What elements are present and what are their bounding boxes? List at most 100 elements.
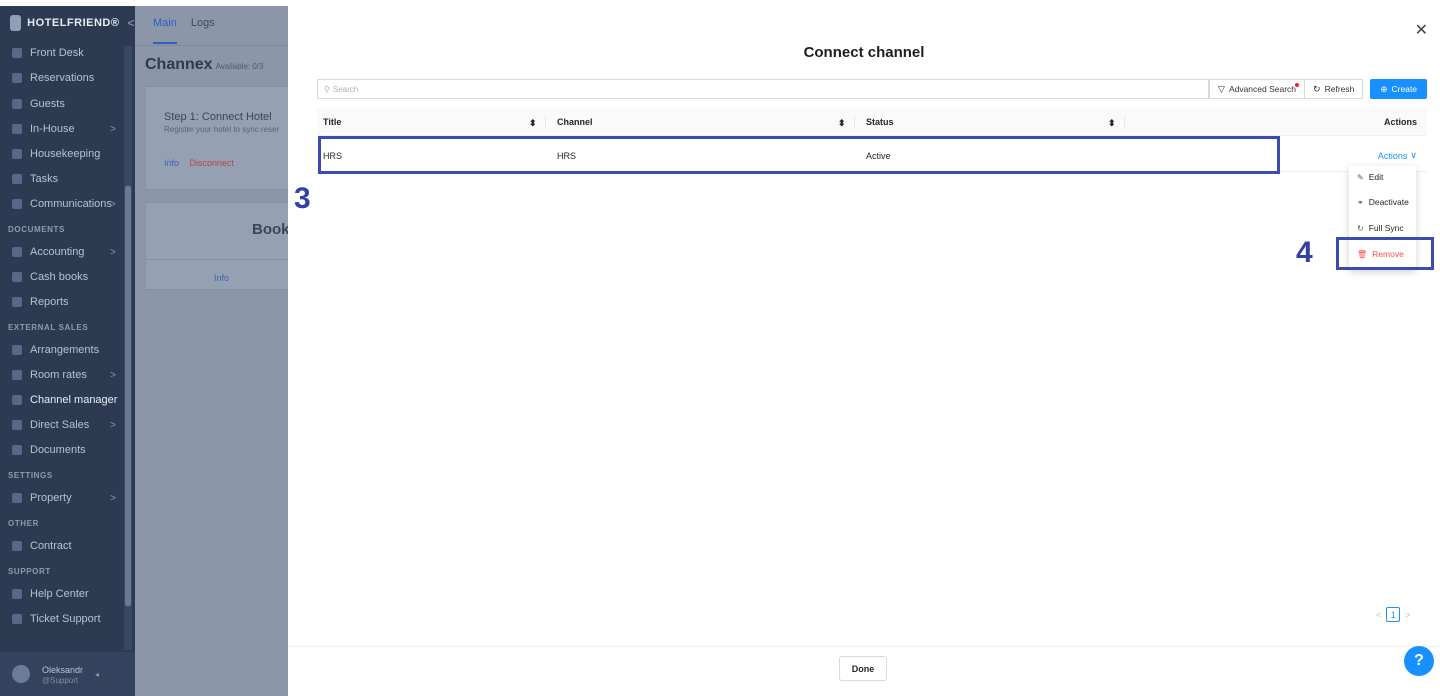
arrangements-icon <box>12 345 22 355</box>
sort-icon[interactable]: ⬍ <box>838 118 846 129</box>
annotation-box-3 <box>318 136 1280 174</box>
sidebar-item-arrangements[interactable]: Arrangements <box>0 338 124 362</box>
brand-name: HOTELFRIEND <box>27 17 111 29</box>
user-role: @Support <box>42 675 79 685</box>
chevron-right-icon: > <box>110 246 116 258</box>
chevron-right-icon: > <box>110 198 116 210</box>
col-title[interactable]: Title <box>323 108 341 136</box>
info-link[interactable]: Info <box>214 273 229 283</box>
column-divider <box>1124 116 1125 128</box>
section-settings: SETTINGS <box>8 471 53 480</box>
disconnect-link[interactable]: Disconnect <box>190 158 235 168</box>
refresh-button[interactable]: ↻ Refresh <box>1305 79 1364 99</box>
menu-item-deactivate[interactable]: ⚭ Deactivate <box>1357 193 1409 211</box>
link-off-icon: ⚭ <box>1357 197 1364 207</box>
table-toolbar: ⚲ Search ▽ Advanced Search ↻ Refresh ⊕ C… <box>317 79 1427 99</box>
help-center-icon <box>12 589 22 599</box>
create-button[interactable]: ⊕ Create <box>1370 79 1427 99</box>
sidebar-item-contract[interactable]: Contract <box>0 534 124 558</box>
pagination: < 1 > <box>1376 607 1411 622</box>
column-divider <box>545 116 546 128</box>
step-card: Step 1: Connect Hotel Register your hote… <box>145 86 295 190</box>
sidebar-item-room-rates[interactable]: Room rates > <box>0 363 124 387</box>
plus-circle-icon: ⊕ <box>1380 83 1388 94</box>
col-channel[interactable]: Channel <box>557 108 593 136</box>
edit-icon: ✎ <box>1357 172 1364 182</box>
sidebar-item-direct-sales[interactable]: Direct Sales > <box>0 413 124 437</box>
search-input[interactable]: ⚲ Search <box>317 79 1210 99</box>
front-desk-icon <box>12 48 22 58</box>
sidebar-item-communications[interactable]: Communications > <box>0 192 124 216</box>
page-number[interactable]: 1 <box>1386 607 1401 622</box>
sidebar-scrollbar[interactable] <box>124 46 132 650</box>
ticket-icon <box>12 614 22 624</box>
done-button[interactable]: Done <box>839 656 887 681</box>
user-profile[interactable]: Oleksandr @Support ◂ <box>0 652 135 696</box>
sidebar-item-property[interactable]: Property > <box>0 486 124 510</box>
documents-icon <box>12 445 22 455</box>
sidebar-item-reservations[interactable]: Reservations <box>0 66 124 90</box>
filter-icon: ▽ <box>1218 83 1225 94</box>
sidebar-item-ticket-support[interactable]: Ticket Support <box>0 607 124 631</box>
sidebar-item-cash-books[interactable]: Cash books <box>0 265 124 289</box>
next-page-icon[interactable]: > <box>1405 610 1410 620</box>
chevron-down-icon: ∨ <box>1410 150 1417 160</box>
col-status[interactable]: Status <box>866 108 894 136</box>
section-support: SUPPORT <box>8 567 51 576</box>
sidebar-item-documents[interactable]: Documents <box>0 438 124 462</box>
channel-manager-icon <box>12 395 22 405</box>
sidebar-item-guests[interactable]: Guests <box>0 92 124 116</box>
tab-main[interactable]: Main <box>153 17 177 44</box>
chevron-right-icon: > <box>110 369 116 381</box>
menu-item-edit[interactable]: ✎ Edit <box>1357 168 1383 186</box>
sidebar: HOTELFRIEND ® < Front Desk Reservations G… <box>0 0 135 696</box>
guests-icon <box>12 99 22 109</box>
user-name: Oleksandr <box>42 664 84 675</box>
filter-indicator-dot <box>1295 83 1300 87</box>
sidebar-item-channel-manager[interactable]: Channel manager <box>0 388 124 412</box>
step-heading: Step 1: Connect Hotel <box>164 111 272 123</box>
annotation-number-4: 4 <box>1296 236 1313 269</box>
col-actions: Actions <box>1383 117 1417 127</box>
direct-sales-icon <box>12 420 22 430</box>
sidebar-item-in-house[interactable]: In-House > <box>0 117 124 141</box>
sort-icon[interactable]: ⬍ <box>529 118 537 129</box>
chevron-right-icon: > <box>110 419 116 431</box>
communications-icon <box>12 199 22 209</box>
contract-icon <box>12 541 22 551</box>
chevron-right-icon: > <box>110 492 116 504</box>
collapse-sidebar-icon[interactable]: < <box>127 16 135 30</box>
sidebar-item-tasks[interactable]: Tasks <box>0 167 124 191</box>
sidebar-item-reports[interactable]: Reports <box>0 290 124 314</box>
menu-item-full-sync[interactable]: ↻ Full Sync <box>1357 219 1404 237</box>
sort-icon[interactable]: ⬍ <box>1108 118 1116 129</box>
caret-icon: ◂ <box>95 669 100 679</box>
sync-icon: ↻ <box>1357 223 1364 233</box>
section-external-sales: EXTERNAL SALES <box>8 323 89 332</box>
sidebar-item-accounting[interactable]: Accounting > <box>0 240 124 264</box>
tab-logs[interactable]: Logs <box>191 17 215 29</box>
sidebar-item-housekeeping[interactable]: Housekeeping <box>0 142 124 166</box>
room-rates-icon <box>12 370 22 380</box>
housekeeping-icon <box>12 149 22 159</box>
available-count: Available: 0/3 <box>215 62 264 71</box>
advanced-search-button[interactable]: ▽ Advanced Search <box>1209 79 1306 99</box>
info-link[interactable]: Info <box>164 158 179 168</box>
chevron-right-icon: > <box>110 123 116 135</box>
avatar <box>12 665 30 683</box>
help-button[interactable]: ? <box>1404 646 1434 676</box>
close-icon[interactable]: ✕ <box>1415 20 1428 40</box>
sidebar-item-front-desk[interactable]: Front Desk <box>0 41 124 65</box>
page-tabs: Main Logs <box>135 0 288 46</box>
booking-heading: Book <box>252 221 290 238</box>
reservations-icon <box>12 73 22 83</box>
tasks-icon <box>12 174 22 184</box>
booking-card: Book Info <box>145 202 295 290</box>
hotelfriend-logo-icon <box>10 15 22 31</box>
sidebar-item-help-center[interactable]: Help Center <box>0 582 124 606</box>
search-placeholder: Search <box>332 84 359 94</box>
scrollbar-thumb[interactable] <box>125 186 131 606</box>
connect-channel-modal: ✕ Connect channel ⚲ Search ▽ Advanced Se… <box>288 6 1440 696</box>
table-header: Title ⬍ Channel ⬍ Status ⬍ Actions <box>317 108 1427 136</box>
prev-page-icon[interactable]: < <box>1376 610 1381 620</box>
